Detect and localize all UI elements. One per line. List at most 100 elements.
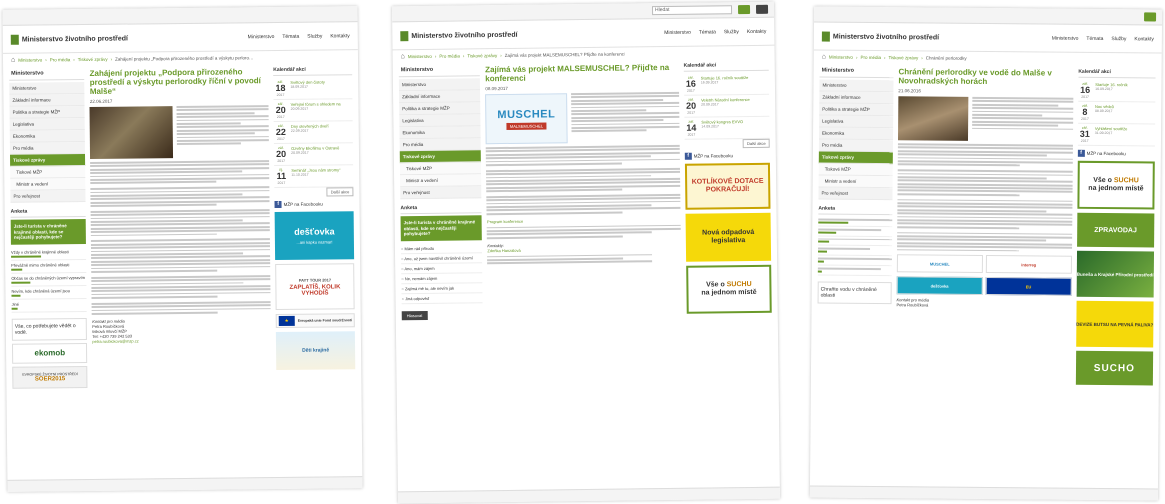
sidebar-item[interactable]: Legislativa [819, 115, 894, 129]
vote-button[interactable]: Hlasovat [401, 310, 428, 320]
muschel-logo-image[interactable]: MUSCHEL MALSEMUSCHEL [485, 93, 568, 145]
calendar-event[interactable]: zář. 31 2017 Vyhlášení soutěže 31.09.2017 [1077, 123, 1156, 147]
sidebar-subitem[interactable]: Tiskové MŽP [10, 166, 86, 179]
breadcrumb-item[interactable]: Tiskové zprávy [888, 55, 918, 60]
home-icon[interactable]: ⌂ [822, 53, 826, 60]
eu-banner[interactable]: ★ Evropská unie Fond soudržnosti [275, 313, 355, 329]
sidebar-item[interactable]: Pro veřejnost [400, 186, 482, 200]
sidebar-item[interactable]: Pro média [399, 138, 482, 152]
sidebar-item[interactable]: Legislativa [9, 118, 86, 131]
ekomob-banner[interactable]: ekomob [11, 342, 88, 364]
sidebar-item[interactable]: Pro veřejnost [818, 187, 893, 201]
payt-banner[interactable]: PAYT TOUR 2017 ZAPLATÍŠ, KOLIK VYHODÍŠ [275, 263, 355, 311]
facebook-link[interactable]: f MŽP na Facebooku [1077, 149, 1155, 158]
search-button[interactable] [1144, 12, 1157, 22]
sidebar-item[interactable]: Ministerstvo [9, 82, 85, 95]
nav-item-temata[interactable]: Témata [699, 29, 716, 35]
sidebar-subitem[interactable]: Ministr a vedení [818, 175, 893, 189]
site-logo[interactable]: Ministerstvo životního prostředí [11, 33, 128, 44]
calendar-event[interactable]: zář. 18 2017 Světový den čistoty 18.09.2017 [273, 77, 353, 101]
calendar-all-button[interactable]: Další akce [326, 187, 354, 197]
kids-banner[interactable]: Děti krajině [275, 331, 356, 371]
site-logo[interactable]: Ministerstvo životního prostředí [822, 31, 939, 42]
soer-banner[interactable]: EVROPSKÉ ŽIVOTNÍ PROSTŘEDÍ SOER2015 [12, 365, 88, 389]
nav-item-sluzby[interactable]: Služby [724, 29, 739, 35]
article-image-mussel[interactable] [897, 96, 969, 141]
poll-option[interactable]: Jiná odpověď [401, 292, 483, 304]
logo-interreg[interactable]: interreg [985, 255, 1072, 275]
home-icon[interactable]: ⌂ [11, 56, 15, 63]
nav-item-kontakty[interactable]: Kontakty [330, 33, 350, 39]
nav-item-kontakty[interactable]: Kontakty [1134, 36, 1154, 42]
logo-eu[interactable]: EU [985, 277, 1072, 297]
sidebar-subitem[interactable]: Ministr a vedení [10, 178, 86, 191]
stove-banner[interactable]: DEVIZE BUTSU NA PEVNÁ PALIVA? [1075, 300, 1154, 348]
drought-banner[interactable]: Vše o SUCHU na jednom místě [686, 264, 772, 314]
breadcrumb-item[interactable]: Ministerstvo [18, 57, 42, 62]
sidebar-item[interactable]: Základní informace [9, 94, 85, 107]
sidebar-item[interactable]: Základní informace [819, 91, 894, 105]
water-promo[interactable]: Chraňte vodu v chráněné oblasti [817, 281, 892, 304]
search-button[interactable] [737, 4, 751, 15]
calendar-event[interactable]: zář. 8 2017 Noc vědců 08.09.2017 [1077, 101, 1156, 125]
search-input[interactable]: Hledat [651, 5, 733, 16]
calendar-event[interactable]: říj. 11 2017 Seminář „Jsou nám stromy“ 11.1… [274, 165, 354, 189]
sidebar-item[interactable]: Pro média [818, 139, 893, 153]
sidebar-subitem[interactable]: Ministr a vedení [400, 174, 482, 188]
contact-name-link[interactable]: Zdeňka Hanzalová [487, 247, 520, 252]
sidebar-item[interactable]: Legislativa [399, 114, 481, 128]
nav-item-sluzby[interactable]: Služby [1111, 36, 1126, 42]
breadcrumb-item[interactable]: Pro média [860, 54, 881, 59]
article-image-mussel[interactable] [89, 106, 173, 159]
sidebar-item[interactable]: Ekonomika [818, 127, 893, 141]
program-link[interactable]: Program konference [487, 218, 523, 223]
nav-item-ministerstvo[interactable]: Ministerstvo [664, 29, 691, 35]
nav-item-temata[interactable]: Témata [1086, 35, 1103, 41]
destovka-banner[interactable]: dešťovka ...ani kapku nazmar! [274, 211, 355, 261]
nature-banner[interactable]: Buneša a Krajské Přírodní prostředí [1076, 250, 1155, 298]
calendar-event[interactable]: zář. 16 2017 Startuje 16. ročník 16.09.2017 [1078, 79, 1156, 103]
sidebar-item[interactable]: Ekonomika [9, 130, 86, 143]
sucho-banner[interactable]: SUCHO [1075, 350, 1154, 386]
logo-destovka[interactable]: dešťovka [896, 276, 983, 296]
calendar-event[interactable]: zář. 20 2017 Ozvěny Ekofilmu v Ostravě 20.0… [274, 143, 354, 167]
sidebar-item[interactable]: Pro veřejnost [10, 190, 86, 203]
nav-item-ministerstvo[interactable]: Ministerstvo [248, 34, 275, 40]
kotlik-banner[interactable]: KOTLÍKOVÉ DOTACE POKRAČUJÍ! [684, 162, 771, 210]
sidebar-item-active[interactable]: Tiskové zprávy [10, 154, 86, 167]
home-icon[interactable]: ⌂ [401, 53, 405, 60]
sidebar-item-active[interactable]: Tiskové zprávy [399, 150, 482, 164]
nav-item-ministerstvo[interactable]: Ministerstvo [1052, 35, 1079, 41]
nav-item-sluzby[interactable]: Služby [307, 33, 322, 39]
calendar-event[interactable]: zář. 20 2017 Veletrh Národní konference 20.… [683, 94, 770, 118]
calendar-event[interactable]: zář. 14 2017 Světový kongres EVVO 14.09.201… [684, 116, 770, 140]
breadcrumb-item[interactable]: Ministerstvo [829, 54, 853, 59]
logo-muschel[interactable]: MUSCHEL [896, 254, 983, 274]
calendar-event[interactable]: zář. 16 2017 Startuje 16. ročník soutěže 16… [683, 72, 770, 96]
sidebar-item[interactable]: Politika a strategie MŽP [819, 103, 894, 117]
water-promo[interactable]: Vše, co potřebujete vědět o vodě. [11, 317, 88, 341]
sidebar-item[interactable]: Politika a strategie MŽP [399, 102, 481, 116]
drought-banner[interactable]: Vše o SUCHU na jednom místě [1077, 160, 1155, 210]
zpravodaj-banner[interactable]: ZPRAVODAJ [1076, 212, 1155, 248]
contact-email-link[interactable]: petra.roubickova@mzp.cz [92, 338, 138, 343]
sidebar-subitem[interactable]: Tiskové MŽP [818, 163, 893, 177]
sidebar-item[interactable]: Základní informace [399, 90, 481, 104]
breadcrumb-item[interactable]: Pro média [50, 57, 71, 62]
breadcrumb-item[interactable]: Pro média [439, 53, 460, 58]
breadcrumb-item[interactable]: Ministerstvo [408, 53, 432, 58]
sidebar-item[interactable]: Pro média [9, 142, 86, 155]
sidebar-item[interactable]: Ministerstvo [819, 79, 894, 93]
nav-item-temata[interactable]: Témata [282, 33, 299, 39]
calendar-event[interactable]: zář. 20 2017 Veřejné fórum s ohledem na 20.… [273, 99, 353, 123]
calendar-all-button[interactable]: Další akce [742, 138, 770, 149]
sidebar-subitem[interactable]: Tiskové MŽP [399, 162, 482, 176]
nav-item-kontakty[interactable]: Kontakty [747, 28, 767, 34]
breadcrumb-item[interactable]: Tiskové zprávy [78, 56, 108, 61]
site-logo[interactable]: Ministerstvo životního prostředí [400, 29, 517, 40]
sidebar-item[interactable]: Ministerstvo [398, 78, 481, 92]
calendar-event[interactable]: zář. 22 2017 Dny otevřených dveří 22.09.201… [273, 121, 353, 145]
legislation-banner[interactable]: Nová odpadová legislativa [685, 212, 772, 262]
facebook-link[interactable]: f MŽP na Facebooku [684, 152, 770, 160]
chat-icon[interactable] [755, 4, 769, 14]
